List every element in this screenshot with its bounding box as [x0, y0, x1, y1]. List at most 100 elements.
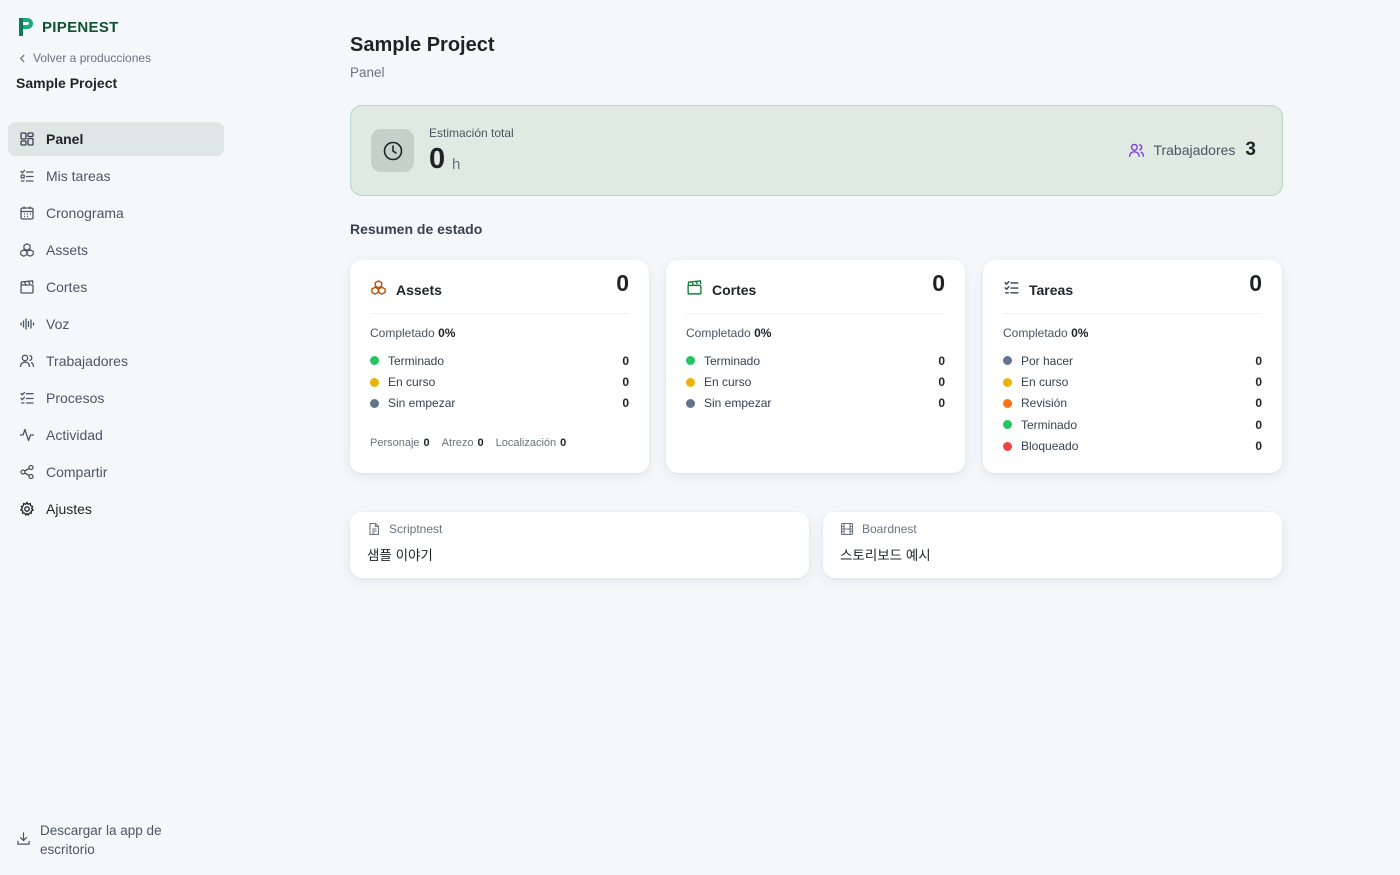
sidebar-item-activity[interactable]: Actividad — [8, 418, 224, 452]
brand[interactable]: PIPENEST — [16, 16, 119, 38]
status-dot — [370, 377, 379, 387]
pipenest-logo-icon — [19, 18, 33, 36]
status-dot — [1003, 420, 1012, 430]
status-label: Por hacer — [1021, 353, 1074, 368]
status-value: 0 — [1255, 375, 1262, 390]
status-label: Terminado — [1021, 417, 1078, 432]
status-value: 0 — [622, 353, 629, 368]
status-label: Sin empezar — [388, 396, 456, 411]
card-title: Assets — [396, 282, 442, 298]
sidebar-item-label: Voz — [46, 316, 70, 332]
sidebar-item-my-tasks[interactable]: Mis tareas — [8, 159, 224, 193]
sidebar-item-cuts[interactable]: Cortes — [8, 270, 224, 304]
asset-type-character: Personaje 0 — [370, 437, 430, 449]
status-row-done: Terminado 0 — [1003, 414, 1262, 435]
sidebar: PIPENEST Volver a producciones Sample Pr… — [0, 0, 232, 875]
status-label: En curso — [1021, 375, 1069, 390]
asset-type-label: Personaje — [370, 437, 420, 449]
card-count: 0 — [1249, 270, 1262, 296]
status-value: 0 — [938, 396, 945, 411]
sidebar-item-voice[interactable]: Voz — [8, 307, 224, 341]
cuts-status-card[interactable]: Cortes 0 Completado 0% Terminado 0 En cu… — [666, 260, 965, 473]
completed-label: Completado — [1003, 326, 1068, 340]
sidebar-item-assets[interactable]: Assets — [8, 233, 224, 267]
completed-percentage: Completado 0% — [686, 326, 771, 340]
sidebar-item-label: Mis tareas — [46, 168, 111, 184]
sidebar-item-workers[interactable]: Trabajadores — [8, 344, 224, 378]
status-dot — [686, 377, 695, 387]
link-app-name: Scriptnest — [389, 522, 443, 536]
status-label: Terminado — [388, 353, 445, 368]
status-value: 0 — [938, 375, 945, 390]
back-to-productions-link[interactable]: Volver a producciones — [18, 51, 151, 65]
task-list-icon — [1004, 280, 1019, 294]
link-card-header: Boardnest — [840, 522, 917, 536]
page-title: Sample Project — [350, 34, 495, 56]
status-row-not-started: Sin empezar 0 — [370, 393, 629, 414]
card-title: Tareas — [1029, 282, 1074, 298]
sidebar-item-label: Ajustes — [46, 501, 92, 517]
sidebar-item-panel[interactable]: Panel — [8, 122, 224, 156]
status-row-done: Terminado 0 — [370, 350, 629, 371]
estimate-label: Estimación total — [429, 126, 514, 140]
divider — [686, 313, 945, 314]
assets-icon — [371, 279, 386, 295]
gear-icon — [19, 501, 35, 517]
link-project-title: 샘플 이야기 — [367, 548, 433, 563]
sidebar-item-label: Trabajadores — [46, 353, 128, 369]
sidebar-item-label: Cortes — [46, 279, 88, 295]
status-label: En curso — [704, 375, 752, 390]
link-app-name: Boardnest — [862, 522, 917, 536]
divider — [370, 313, 629, 314]
sidebar-item-label: Assets — [46, 242, 89, 258]
status-row-review: Revisión 0 — [1003, 393, 1262, 414]
sidebar-item-label: Actividad — [46, 427, 103, 443]
link-project-title: 스토리보드 예시 — [840, 548, 931, 563]
status-dot — [686, 398, 695, 408]
tasks-status-card[interactable]: Tareas 0 Completado 0% Por hacer 0 En cu… — [983, 260, 1282, 473]
sidebar-item-label: Cronograma — [46, 205, 124, 221]
status-label: En curso — [388, 375, 436, 390]
completed-value: 0% — [438, 326, 456, 340]
divider — [1003, 313, 1262, 314]
assets-status-card[interactable]: Assets 0 Completado 0% Terminado 0 En cu… — [350, 260, 649, 473]
status-dot — [1003, 377, 1012, 387]
sidebar-item-processes[interactable]: Procesos — [8, 381, 224, 415]
status-list: Terminado 0 En curso 0 Sin empezar 0 — [370, 350, 629, 414]
dashboard-icon — [20, 132, 34, 146]
clapperboard-icon — [20, 280, 34, 294]
chevron-left-icon — [20, 54, 25, 62]
status-label: Terminado — [704, 353, 761, 368]
status-label: Revisión — [1021, 396, 1068, 411]
status-label: Bloqueado — [1021, 439, 1079, 454]
scriptnest-link-card[interactable]: Scriptnest 샘플 이야기 — [350, 512, 809, 578]
process-list-icon — [20, 391, 34, 404]
brand-name: PIPENEST — [42, 18, 119, 36]
task-list-icon — [20, 169, 34, 182]
film-icon — [840, 522, 854, 536]
asset-type-value: 0 — [423, 437, 430, 449]
sidebar-item-schedule[interactable]: Cronograma — [8, 196, 224, 230]
sidebar-item-share[interactable]: Compartir — [8, 455, 224, 489]
status-value: 0 — [622, 396, 629, 411]
users-icon — [1129, 143, 1145, 157]
workers-summary[interactable]: Trabajadores 3 — [1128, 139, 1256, 161]
status-dot — [686, 356, 695, 366]
asset-type-value: 0 — [477, 437, 484, 449]
clock-icon — [383, 141, 402, 160]
boardnest-link-card[interactable]: Boardnest 스토리보드 예시 — [823, 512, 1282, 578]
clapperboard-icon — [687, 279, 702, 295]
assets-icon — [20, 243, 34, 257]
asset-type-prop: Atrezo 0 — [442, 437, 484, 449]
download-desktop-app-link[interactable]: Descargar la app de escritorio — [16, 821, 196, 859]
sidebar-project-name: Sample Project — [16, 75, 118, 91]
download-icon — [17, 832, 30, 845]
status-value: 0 — [1255, 353, 1262, 368]
estimate-value: 0 — [429, 143, 446, 175]
card-header: Assets — [370, 276, 442, 298]
page-subtitle: Panel — [350, 65, 385, 80]
status-row-todo: Por hacer 0 — [1003, 350, 1262, 371]
sidebar-item-settings[interactable]: Ajustes — [8, 492, 224, 526]
card-header: Cortes — [686, 276, 756, 298]
audio-wave-icon — [20, 318, 35, 330]
